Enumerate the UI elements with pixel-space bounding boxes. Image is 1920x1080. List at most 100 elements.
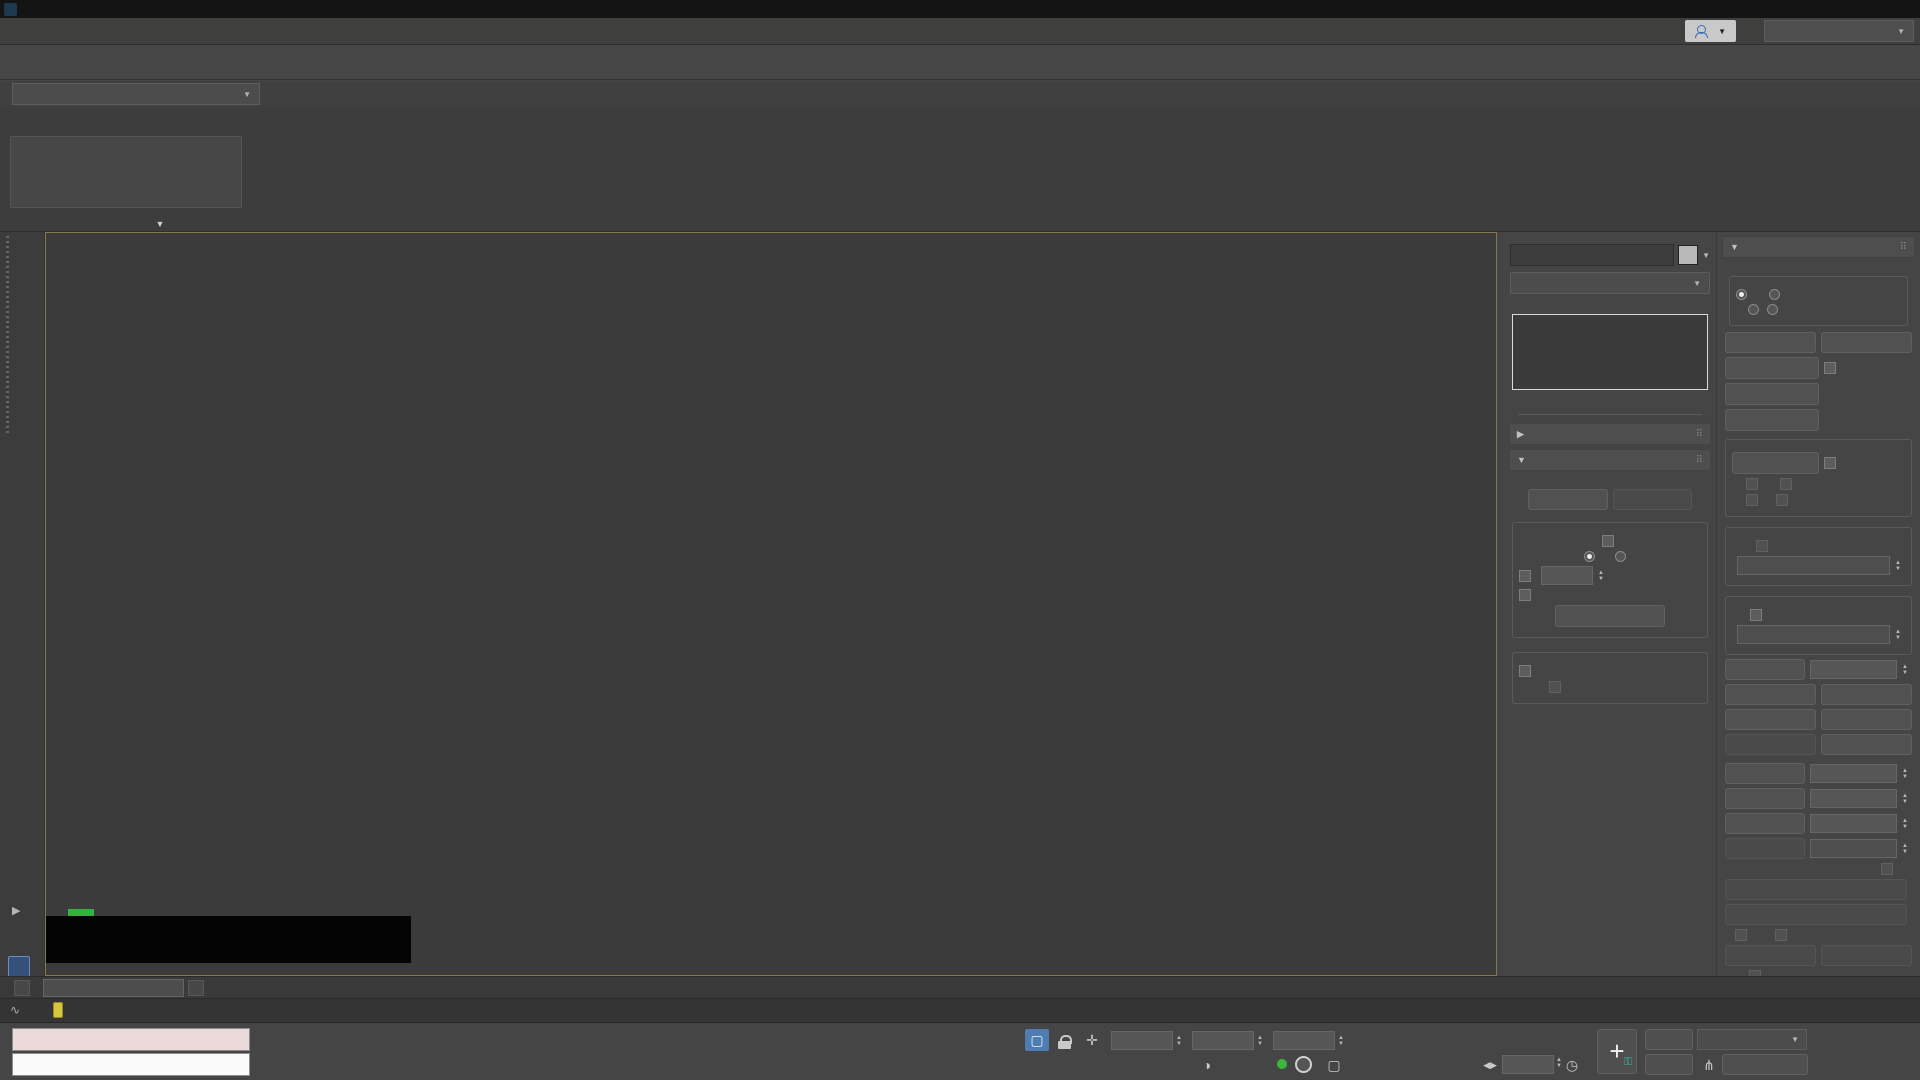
break-button[interactable] <box>1821 332 1912 353</box>
bezier-radio[interactable] <box>1769 289 1780 300</box>
outline-value[interactable] <box>1809 839 1897 858</box>
chamfer-button[interactable] <box>1725 813 1805 834</box>
modifier-list-dropdown[interactable]: ▼ <box>1510 272 1710 294</box>
absolute-mode-toggle[interactable]: ✛ <box>1080 1029 1104 1051</box>
area-selection-checkbox[interactable] <box>1519 569 1531 582</box>
signin-menu[interactable]: ▼ <box>1685 20 1736 42</box>
cycle-button[interactable] <box>1821 734 1912 755</box>
isolate-selection-toggle[interactable]: ▢ <box>1025 1029 1049 1051</box>
segment-end-checkbox[interactable] <box>1519 589 1531 601</box>
connect-copy-checkbox[interactable] <box>1756 540 1768 552</box>
key-mode-dropdown[interactable]: ▼ <box>1697 1029 1807 1050</box>
frame-step-icon[interactable]: ◀▶ <box>1478 1054 1502 1076</box>
auto-key-button[interactable] <box>1645 1029 1693 1050</box>
object-color-swatch[interactable] <box>1678 245 1699 265</box>
mirror-button[interactable] <box>1725 904 1907 925</box>
time-slider[interactable] <box>43 979 184 997</box>
previous-frame-arrow[interactable] <box>14 980 30 996</box>
fillet-value[interactable] <box>1809 789 1897 808</box>
time-slider-row[interactable] <box>0 976 1920 998</box>
next-frame-arrow[interactable] <box>188 980 204 996</box>
reorient-checkbox[interactable] <box>1823 362 1836 374</box>
boolean-button[interactable] <box>1725 879 1907 900</box>
selection-lock-toggle[interactable] <box>1052 1031 1076 1053</box>
project-folder-dropdown[interactable]: ▼ <box>12 83 260 105</box>
weld-threshold-value[interactable] <box>1737 625 1890 644</box>
rollout-rendering[interactable]: ▶ ⠿ <box>1509 423 1711 445</box>
current-frame-marker[interactable] <box>53 1002 63 1018</box>
maxscript-mini-listener[interactable] <box>12 1053 250 1076</box>
spinner-icon[interactable]: ▲ ▼ <box>1895 560 1905 572</box>
spinner-icon[interactable]: ▲ ▼ <box>1902 793 1912 805</box>
select-by-button[interactable] <box>1555 605 1665 627</box>
perspective-viewport[interactable] <box>45 232 1497 976</box>
workspace-dropdown[interactable]: ▼ <box>1764 20 1914 42</box>
spinner-icon[interactable]: ▲ ▼ <box>1338 1035 1348 1047</box>
outline-button[interactable] <box>1725 838 1805 859</box>
time-configuration-icon[interactable]: ◷ <box>1560 1054 1584 1076</box>
insert-button[interactable] <box>1821 684 1912 705</box>
mcg-icon[interactable]: ◑ <box>1195 1054 1219 1076</box>
weld-button[interactable] <box>1725 659 1805 680</box>
refine-connect-checkbox[interactable] <box>1823 457 1836 469</box>
expand-panel-icon[interactable]: ▶ <box>12 904 20 917</box>
viewport-layout-tab[interactable] <box>8 956 30 978</box>
maxscript-mini-recorder[interactable] <box>12 1028 250 1051</box>
fillet-button[interactable] <box>1725 788 1805 809</box>
trim-button[interactable] <box>1725 945 1816 966</box>
lock-handles-checkbox[interactable] <box>1601 535 1614 547</box>
bezier-corner-radio[interactable] <box>1767 304 1778 315</box>
center-checkbox[interactable] <box>1881 863 1893 875</box>
area-selection-value[interactable] <box>1541 566 1593 585</box>
spinner-icon[interactable]: ▲ ▼ <box>1895 629 1905 641</box>
spinner-icon[interactable]: ▲ ▼ <box>1902 843 1912 855</box>
make-first-button[interactable] <box>1725 709 1816 730</box>
open-mini-curve-editor-icon[interactable]: ∿ <box>10 1003 20 1017</box>
rollout-geometry[interactable]: ▼ ⠿ <box>1722 236 1915 258</box>
refine-button[interactable] <box>1732 452 1819 474</box>
connect-threshold-value[interactable] <box>1737 556 1890 575</box>
chamfer-value[interactable] <box>1809 814 1897 833</box>
spinner-icon[interactable]: ▲ ▼ <box>1902 664 1912 676</box>
set-keys-button[interactable]: + ⚿ <box>1597 1029 1637 1074</box>
linear-radio[interactable] <box>1736 289 1747 300</box>
z-coordinate-field[interactable] <box>1273 1031 1335 1050</box>
closed-checkbox[interactable] <box>1746 494 1758 506</box>
automatic-welding-checkbox[interactable] <box>1750 609 1762 621</box>
rollout-selection[interactable]: ▼ ⠿ <box>1509 449 1711 471</box>
key-filter-icon[interactable]: ⋔ <box>1697 1054 1721 1076</box>
set-key-button[interactable] <box>1645 1054 1693 1075</box>
spinner-icon[interactable]: ▲ ▼ <box>1902 818 1912 830</box>
extend-button[interactable] <box>1821 945 1912 966</box>
polygon-modeling-label[interactable]: ▼ <box>10 215 310 230</box>
attach-mult-button[interactable] <box>1725 383 1819 405</box>
weld-value[interactable] <box>1809 660 1897 679</box>
bind-last-checkbox[interactable] <box>1776 494 1788 506</box>
connect-button[interactable] <box>1725 684 1816 705</box>
alike-radio[interactable] <box>1584 551 1595 562</box>
x-coordinate-field[interactable] <box>1111 1031 1173 1050</box>
cross-section-button[interactable] <box>1725 409 1819 431</box>
attach-button[interactable] <box>1725 357 1819 379</box>
y-coordinate-field[interactable] <box>1192 1031 1254 1050</box>
reverse-button[interactable] <box>1725 734 1816 755</box>
current-frame-field[interactable] <box>1502 1055 1554 1074</box>
panel-divider[interactable] <box>1518 414 1702 415</box>
toolbar-drag-handle[interactable] <box>6 236 9 436</box>
copy-selection-button[interactable] <box>1528 489 1608 510</box>
time-tag-cube-icon[interactable]: ▢ <box>1322 1054 1346 1076</box>
paste-selection-button[interactable] <box>1612 489 1692 510</box>
all-radio[interactable] <box>1615 551 1626 562</box>
about-pivot-checkbox[interactable] <box>1775 929 1787 941</box>
viewport-canvas[interactable] <box>46 233 1496 975</box>
spinner-icon[interactable]: ▲ ▼ <box>1598 570 1608 582</box>
bind-first-checkbox[interactable] <box>1780 478 1792 490</box>
fuse-button[interactable] <box>1821 709 1912 730</box>
object-name-field[interactable] <box>1510 244 1675 266</box>
track-bar[interactable]: ∿ <box>0 998 1920 1022</box>
spinner-icon[interactable]: ▲ ▼ <box>1902 768 1912 780</box>
create-line-button[interactable] <box>1725 332 1816 353</box>
linear-checkbox[interactable] <box>1746 478 1758 490</box>
copy-checkbox[interactable] <box>1735 929 1747 941</box>
spinner-icon[interactable]: ▲ ▼ <box>1176 1035 1186 1047</box>
